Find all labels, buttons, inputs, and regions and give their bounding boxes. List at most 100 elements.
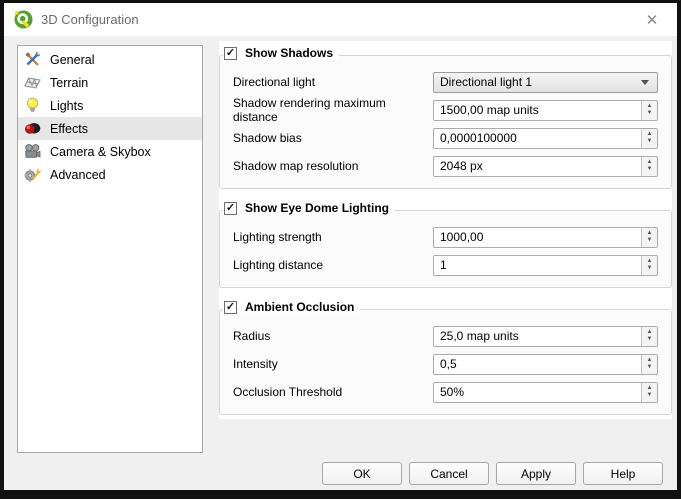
sidebar-item-label: General <box>50 53 94 67</box>
spin-up-icon[interactable]: ▲ <box>647 131 653 138</box>
cancel-button[interactable]: Cancel <box>409 462 489 485</box>
setting-label: Intensity <box>233 357 433 371</box>
settings-sidebar: General Terrain Lights Effects Camera & … <box>17 45 203 453</box>
group-show-eye-dome-lighting: ✓Show Eye Dome LightingLighting strength… <box>219 210 672 288</box>
sidebar-item-effects[interactable]: Effects <box>18 117 202 140</box>
spinbox-input[interactable]: 50% <box>434 383 641 402</box>
spinbox-steppers[interactable]: ▲▼ <box>641 256 657 275</box>
spin-down-icon[interactable]: ▼ <box>647 336 653 343</box>
spinbox: 1500,00 map units▲▼ <box>433 100 658 121</box>
sidebar-item-label: Terrain <box>50 76 88 90</box>
spinbox-steppers[interactable]: ▲▼ <box>641 157 657 176</box>
spinbox-input[interactable]: 1500,00 map units <box>434 101 641 120</box>
combo-value: Directional light 1 <box>440 75 641 89</box>
spinbox-input[interactable]: 25,0 map units <box>434 327 641 346</box>
spin-down-icon[interactable]: ▼ <box>647 237 653 244</box>
effects-settings-panel: ✓Show ShadowsDirectional lightDirectiona… <box>219 41 672 419</box>
sidebar-item-lights[interactable]: Lights <box>18 94 202 117</box>
spinbox: 25,0 map units▲▼ <box>433 326 658 347</box>
spinbox-input[interactable]: 0,0000100000 <box>434 129 641 148</box>
setting-row: Radius25,0 map units▲▼ <box>233 326 658 346</box>
qgis-logo-icon <box>14 10 33 29</box>
spinbox-input[interactable]: 2048 px <box>434 157 641 176</box>
spinbox: 1▲▼ <box>433 255 658 276</box>
spin-up-icon[interactable]: ▲ <box>647 258 653 265</box>
setting-row: Lighting strength1000,00▲▼ <box>233 227 658 247</box>
sidebar-item-terrain[interactable]: Terrain <box>18 71 202 94</box>
camera-icon <box>24 143 41 160</box>
setting-label: Shadow bias <box>233 131 433 145</box>
spinbox: 0,0000100000▲▼ <box>433 128 658 149</box>
sidebar-item-label: Camera & Skybox <box>50 145 151 159</box>
help-button[interactable]: Help <box>583 462 663 485</box>
spinbox-steppers[interactable]: ▲▼ <box>641 327 657 346</box>
section-title: Ambient Occlusion <box>245 300 354 314</box>
dialog-3d-configuration: 3D Configuration ✕ General Terrain Light… <box>4 3 677 490</box>
group-title: ✓ Show Eye Dome Lighting <box>223 201 395 215</box>
spin-down-icon[interactable]: ▼ <box>647 392 653 399</box>
setting-label: Shadow map resolution <box>233 159 433 173</box>
setting-row: Intensity0,5▲▼ <box>233 354 658 374</box>
ok-button[interactable]: OK <box>322 462 402 485</box>
spinbox-steppers[interactable]: ▲▼ <box>641 228 657 247</box>
apply-button[interactable]: Apply <box>496 462 576 485</box>
group-title: ✓ Show Shadows <box>223 46 339 60</box>
spin-down-icon[interactable]: ▼ <box>647 166 653 173</box>
spin-up-icon[interactable]: ▲ <box>647 357 653 364</box>
setting-row: Directional light Directional light 1 <box>233 72 658 92</box>
spin-up-icon[interactable]: ▲ <box>647 385 653 392</box>
spin-up-icon[interactable]: ▲ <box>647 230 653 237</box>
close-icon[interactable]: ✕ <box>637 7 667 33</box>
title-bar: 3D Configuration ✕ <box>4 3 677 36</box>
spinbox: 50%▲▼ <box>433 382 658 403</box>
sphere-icon <box>24 120 41 137</box>
setting-row: Shadow rendering maximum distance1500,00… <box>233 100 658 120</box>
desktop-background: { "window": { "title": "3D Configuration… <box>0 0 681 499</box>
spinbox: 1000,00▲▼ <box>433 227 658 248</box>
section-title: Show Shadows <box>245 46 333 60</box>
spin-down-icon[interactable]: ▼ <box>647 110 653 117</box>
section-checkbox[interactable]: ✓ <box>224 301 237 314</box>
spinbox: 2048 px▲▼ <box>433 156 658 177</box>
terrain-icon <box>24 74 41 91</box>
spinbox: 0,5▲▼ <box>433 354 658 375</box>
chevron-down-icon <box>641 80 649 85</box>
gear-wrench-icon <box>24 166 41 183</box>
spin-up-icon[interactable]: ▲ <box>647 329 653 336</box>
setting-row: Occlusion Threshold50%▲▼ <box>233 382 658 402</box>
spinbox-steppers[interactable]: ▲▼ <box>641 129 657 148</box>
dialog-button-bar: OK Cancel Apply Help <box>322 462 663 485</box>
setting-label: Directional light <box>233 75 433 89</box>
spinbox-input[interactable]: 1 <box>434 256 641 275</box>
spinbox-steppers[interactable]: ▲▼ <box>641 101 657 120</box>
group-title: ✓ Ambient Occlusion <box>223 300 360 314</box>
spinbox-input[interactable]: 0,5 <box>434 355 641 374</box>
section-title: Show Eye Dome Lighting <box>245 201 389 215</box>
spinbox-input[interactable]: 1000,00 <box>434 228 641 247</box>
group-ambient-occlusion: ✓Ambient OcclusionRadius25,0 map units▲▼… <box>219 309 672 415</box>
sidebar-item-general[interactable]: General <box>18 48 202 71</box>
spinbox-steppers[interactable]: ▲▼ <box>641 355 657 374</box>
sidebar-item-advanced[interactable]: Advanced <box>18 163 202 186</box>
combo-select[interactable]: Directional light 1 <box>433 72 658 93</box>
setting-row: Shadow bias0,0000100000▲▼ <box>233 128 658 148</box>
spinbox-steppers[interactable]: ▲▼ <box>641 383 657 402</box>
setting-label: Shadow rendering maximum distance <box>233 96 433 124</box>
setting-label: Radius <box>233 329 433 343</box>
group-show-shadows: ✓Show ShadowsDirectional lightDirectiona… <box>219 55 672 189</box>
spin-down-icon[interactable]: ▼ <box>647 364 653 371</box>
setting-label: Lighting distance <box>233 258 433 272</box>
spin-up-icon[interactable]: ▲ <box>647 159 653 166</box>
setting-row: Lighting distance1▲▼ <box>233 255 658 275</box>
setting-label: Occlusion Threshold <box>233 385 433 399</box>
sidebar-item-label: Lights <box>50 99 83 113</box>
spin-up-icon[interactable]: ▲ <box>647 103 653 110</box>
spin-down-icon[interactable]: ▼ <box>647 138 653 145</box>
spin-down-icon[interactable]: ▼ <box>647 265 653 272</box>
section-checkbox[interactable]: ✓ <box>224 202 237 215</box>
setting-label: Lighting strength <box>233 230 433 244</box>
sidebar-item-label: Advanced <box>50 168 106 182</box>
window-title: 3D Configuration <box>41 12 637 27</box>
sidebar-item-camera-skybox[interactable]: Camera & Skybox <box>18 140 202 163</box>
section-checkbox[interactable]: ✓ <box>224 47 237 60</box>
